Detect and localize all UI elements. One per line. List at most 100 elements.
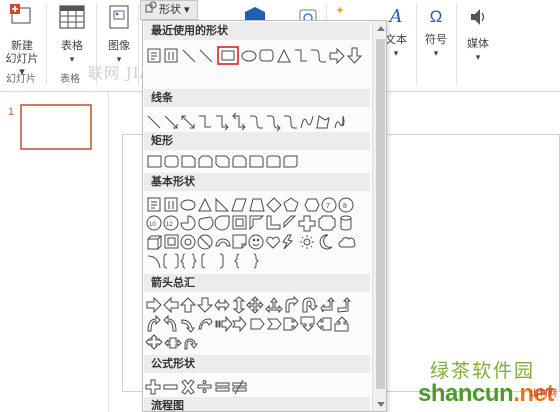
vertical-text-box-icon[interactable] [164,197,178,212]
heptagon-icon[interactable]: 7 [321,197,337,213]
curved-up-arrow-icon[interactable] [181,319,195,333]
donut-icon[interactable] [180,234,196,250]
rectangle-icon[interactable] [147,155,162,168]
double-bracket-icon[interactable] [163,253,179,269]
multiply-icon[interactable] [181,379,195,395]
pie-icon[interactable] [180,215,196,231]
diagonal-stripe-icon[interactable] [283,215,297,229]
elbow-arrow-connector-icon[interactable] [216,115,229,131]
line-icon[interactable] [147,115,161,129]
triangle-icon[interactable] [277,48,291,63]
curved-connector-icon[interactable] [250,115,263,129]
lightning-bolt-icon[interactable] [282,234,293,250]
curve-icon[interactable] [300,115,314,129]
left-arrow-callout-icon[interactable] [316,317,332,331]
down-arrow-icon[interactable] [346,47,363,64]
curved-double-arrow-icon[interactable] [284,115,297,129]
arrow-line-icon[interactable] [164,115,178,129]
rounded-rectangle-icon[interactable] [164,155,179,168]
curved-left-arrow-icon[interactable] [163,314,177,332]
equal-icon[interactable] [215,382,230,392]
rounded-rectangle-icon[interactable] [259,49,274,62]
oval-icon[interactable] [241,50,257,62]
text-box-icon[interactable] [147,197,161,212]
block-arc-icon[interactable] [215,238,231,247]
snip-single-corner-rectangle-icon[interactable] [181,155,196,168]
octagon-icon[interactable]: 8 [338,197,354,213]
new-slide-button[interactable]: 新建 幻灯片 ▾ [2,4,42,79]
chevron-icon[interactable] [266,318,282,330]
right-arrow-callout-icon[interactable] [283,317,299,331]
freeform-icon[interactable] [316,115,330,129]
oval-icon[interactable] [180,199,196,211]
quad-arrow-callout-icon[interactable] [145,334,163,350]
right-arrow-icon[interactable] [146,296,162,314]
dodecagon-icon[interactable]: 12 [163,215,179,231]
bent-arrow-icon[interactable] [285,295,299,313]
l-shape-icon[interactable] [266,215,281,230]
minus-icon[interactable] [163,384,178,390]
scribble-icon[interactable] [334,115,345,129]
no-symbol-icon[interactable] [197,234,213,250]
line-icon[interactable] [182,49,196,63]
frame-icon[interactable] [232,215,247,230]
double-brace-icon[interactable] [180,253,197,269]
pentagon-arrow-icon[interactable] [250,318,265,330]
right-triangle-icon[interactable] [215,197,230,212]
curved-connector-icon[interactable] [311,49,326,63]
media-button[interactable]: 媒体 ▾ [460,4,496,64]
snip-round-rectangle-icon[interactable] [232,155,247,168]
notched-right-arrow-icon[interactable] [232,315,247,333]
round-single-corner-rectangle-icon[interactable] [249,155,264,168]
gallery-scrollbar[interactable] [372,21,386,411]
curved-down-arrow-icon[interactable] [198,318,213,330]
left-arrow-icon[interactable] [163,296,179,314]
plus-icon[interactable] [145,379,161,395]
right-brace-icon[interactable] [253,253,259,269]
left-up-arrow-icon[interactable] [320,297,336,313]
curved-arrow-connector-icon[interactable] [267,115,281,132]
u-turn-arrow-icon[interactable] [302,297,319,313]
plaque-icon[interactable] [318,215,336,231]
folded-corner-icon[interactable] [232,234,247,249]
scrollbar-thumb[interactable] [376,39,385,389]
round-diagonal-rectangle-icon[interactable] [283,155,298,168]
cloud-icon[interactable] [338,237,356,248]
snip-diagonal-rectangle-icon[interactable] [215,155,230,168]
scroll-up-arrow-icon[interactable] [377,26,385,31]
slide-thumbnail[interactable] [20,104,92,150]
cross-icon[interactable] [298,215,316,232]
hexagon-icon[interactable] [304,198,320,212]
vertical-text-box-icon[interactable] [164,48,178,63]
curved-right-arrow-icon[interactable] [147,314,161,332]
double-arrow-line-icon[interactable] [181,115,195,129]
up-arrow-icon[interactable] [179,297,197,313]
not-equal-icon[interactable] [232,379,247,395]
striped-right-arrow-icon[interactable] [215,315,233,333]
teardrop-icon[interactable] [214,215,230,231]
pentagon-icon[interactable] [283,197,299,212]
sun-icon[interactable] [300,235,314,249]
moon-icon[interactable] [319,234,333,250]
shapes-button[interactable]: 形状 ▾ [140,0,198,20]
scroll-down-arrow-icon[interactable] [377,402,385,407]
table-button[interactable]: 表格 ▾ [52,4,92,66]
left-right-arrow-callout-icon[interactable] [164,337,182,349]
can-icon[interactable] [340,215,352,231]
left-brace-icon[interactable] [234,253,240,269]
diamond-icon[interactable] [266,197,282,213]
circular-arrow-icon[interactable] [184,338,198,350]
bevel-icon[interactable] [164,234,179,249]
decagon-icon[interactable]: 10 [146,215,162,231]
symbol-button[interactable]: Ω 符号 ▾ [418,4,454,60]
trapezoid-icon[interactable] [249,198,265,212]
smiley-face-icon[interactable] [248,234,264,250]
down-arrow-callout-icon[interactable] [300,316,315,332]
image-button[interactable]: 图像 ▾ [100,4,138,66]
right-bracket-icon[interactable] [219,253,224,269]
heart-icon[interactable] [266,236,280,249]
up-down-arrow-icon[interactable] [232,296,246,314]
left-bracket-icon[interactable] [201,253,206,269]
chord-icon[interactable] [198,216,214,231]
text-box-icon[interactable] [147,48,161,63]
